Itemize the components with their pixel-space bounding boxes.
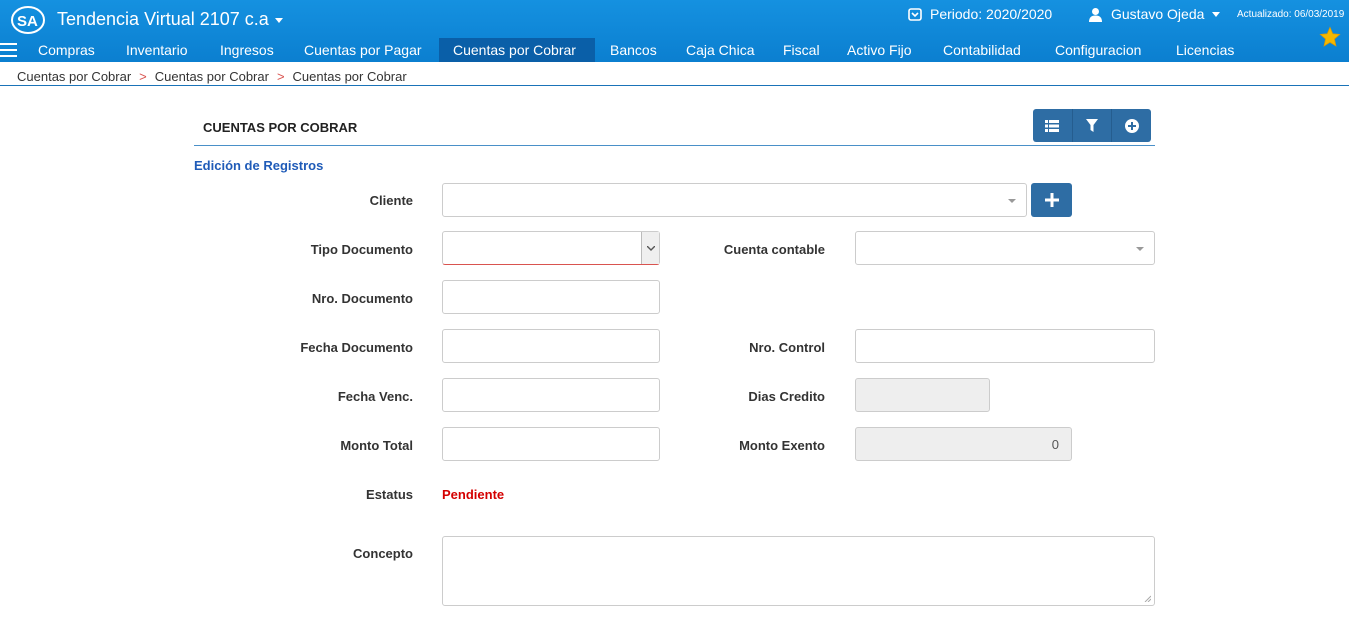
monto-exento-label: Monto Exento	[739, 438, 825, 453]
user-icon	[1089, 7, 1102, 22]
cuenta-contable-label: Cuenta contable	[723, 242, 825, 257]
user-name: Gustavo Ojeda	[1111, 6, 1205, 22]
cuenta-contable-select[interactable]	[855, 231, 1155, 265]
cliente-select[interactable]	[442, 183, 1027, 217]
nav-item-licencias[interactable]: Licencias	[1162, 38, 1248, 62]
fecha-venc-input[interactable]	[442, 378, 660, 412]
app-title-dropdown[interactable]: Tendencia Virtual 2107 c.a	[57, 9, 283, 30]
filter-button[interactable]	[1072, 109, 1113, 142]
chevron-down-icon	[641, 232, 659, 264]
add-cliente-button[interactable]	[1031, 183, 1072, 217]
nro-control-input[interactable]	[855, 329, 1155, 363]
nav-item-ingresos[interactable]: Ingresos	[206, 38, 288, 62]
plus-circle-icon	[1124, 118, 1139, 133]
breadcrumb-item[interactable]: Cuentas por Cobrar	[155, 69, 269, 84]
fecha-documento-label: Fecha Documento	[300, 340, 413, 355]
panel-title: CUENTAS POR COBRAR	[203, 120, 358, 135]
concepto-textarea[interactable]	[442, 536, 1155, 606]
user-menu[interactable]: Gustavo Ojeda	[1088, 6, 1221, 22]
main-nav: Compras Inventario Ingresos Cuentas por …	[0, 38, 1349, 62]
fecha-venc-label: Fecha Venc.	[337, 389, 413, 404]
nav-item-bancos[interactable]: Bancos	[596, 38, 671, 62]
calendar-icon	[908, 8, 922, 21]
nav-item-compras[interactable]: Compras	[24, 38, 109, 62]
breadcrumb-item[interactable]: Cuentas por Cobrar	[17, 69, 131, 84]
periodo-selector[interactable]: Periodo: 2020/2020	[908, 6, 1052, 22]
dias-credito-label: Dias Credito	[748, 389, 825, 404]
panel-toolbar	[1033, 109, 1151, 142]
breadcrumb-item: Cuentas por Cobrar	[292, 69, 407, 84]
top-bar: SA Tendencia Virtual 2107 c.a Periodo: 2…	[0, 0, 1349, 62]
chevron-right-icon: >	[139, 69, 147, 84]
panel-divider	[194, 145, 1155, 146]
periodo-label: Periodo: 2020/2020	[930, 6, 1053, 22]
monto-exento-value: 0	[1051, 437, 1059, 452]
nav-item-cuentas-por-cobrar[interactable]: Cuentas por Cobrar	[439, 38, 595, 62]
monto-total-input[interactable]	[442, 427, 660, 461]
nro-control-label: Nro. Control	[749, 340, 825, 355]
chevron-down-icon	[274, 17, 283, 23]
monto-total-label: Monto Total	[340, 438, 413, 453]
list-button[interactable]	[1033, 109, 1073, 142]
resize-handle-icon[interactable]	[1143, 594, 1151, 602]
plus-icon	[1044, 193, 1059, 207]
nav-item-caja-chica[interactable]: Caja Chica	[672, 38, 768, 62]
fecha-documento-input[interactable]	[442, 329, 660, 363]
breadcrumb: Cuentas por Cobrar > Cuentas por Cobrar …	[17, 69, 407, 84]
tipo-documento-select[interactable]	[442, 231, 660, 265]
hamburger-menu-icon[interactable]	[0, 43, 17, 57]
nav-item-fiscal[interactable]: Fiscal	[769, 38, 834, 62]
chevron-right-icon: >	[276, 69, 285, 84]
cliente-label: Cliente	[369, 193, 413, 208]
concepto-label: Concepto	[353, 546, 413, 561]
breadcrumb-divider	[0, 85, 1349, 86]
nav-item-activo-fijo[interactable]: Activo Fijo	[833, 38, 926, 62]
nav-item-cuentas-por-pagar[interactable]: Cuentas por Pagar	[290, 38, 436, 62]
app-title: Tendencia Virtual 2107 c.a	[57, 9, 269, 29]
filter-icon	[1086, 119, 1098, 132]
chevron-down-icon	[1136, 247, 1144, 251]
svg-text:SA: SA	[17, 13, 38, 30]
list-icon	[1045, 119, 1060, 132]
tipo-documento-label: Tipo Documento	[310, 242, 413, 257]
chevron-down-icon	[1008, 199, 1016, 203]
updated-label: Actualizado: 06/03/2019	[1237, 9, 1345, 20]
dias-credito-input	[855, 378, 990, 412]
add-record-button[interactable]	[1112, 109, 1151, 142]
monto-exento-input: 0	[855, 427, 1072, 461]
chevron-down-icon	[1212, 11, 1221, 17]
estatus-value: Pendiente	[442, 487, 505, 502]
sa-logo-icon[interactable]: SA	[10, 5, 46, 35]
nro-documento-input[interactable]	[442, 280, 660, 314]
nav-item-contabilidad[interactable]: Contabilidad	[929, 38, 1035, 62]
section-subtitle: Edición de Registros	[194, 158, 324, 173]
nro-documento-label: Nro. Documento	[311, 291, 413, 306]
estatus-label: Estatus	[366, 487, 413, 502]
nav-item-inventario[interactable]: Inventario	[112, 38, 201, 62]
nav-item-configuracion[interactable]: Configuracion	[1041, 38, 1155, 62]
